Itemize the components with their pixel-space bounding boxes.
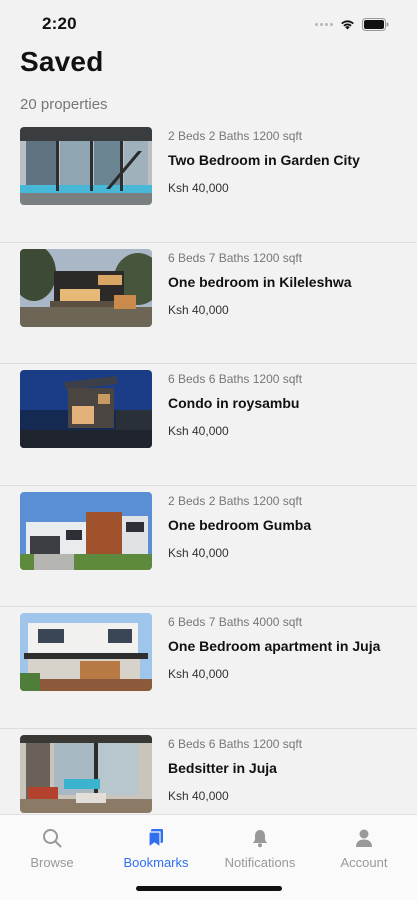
battery-icon	[362, 17, 389, 31]
property-price: Ksh 40,000	[168, 545, 229, 560]
tab-label: Account	[340, 855, 388, 870]
person-icon	[356, 829, 372, 847]
status-indicators	[315, 17, 389, 31]
property-specs: 6 Beds 6 Baths 1200 sqft	[168, 372, 303, 387]
tab-browse[interactable]: Browse	[0, 827, 104, 870]
property-title: One bedroom in Kileleshwa	[168, 273, 352, 290]
list-item[interactable]: 6 Beds 7 Baths 1200 sqft One bedroom in …	[0, 243, 417, 365]
property-price: Ksh 40,000	[168, 667, 229, 682]
property-price: Ksh 40,000	[168, 424, 229, 439]
tab-account[interactable]: Account	[312, 827, 416, 870]
search-icon	[43, 829, 62, 848]
property-specs: 2 Beds 2 Baths 1200 sqft	[168, 493, 303, 508]
home-indicator	[136, 886, 282, 891]
tab-label: Bookmarks	[123, 855, 189, 870]
page-title: Saved	[20, 46, 104, 77]
property-title: Bedsitter in Juja	[168, 759, 277, 776]
property-title: Two Bedroom in Garden City	[168, 152, 360, 168]
property-title: One Bedroom apartment in Juja	[168, 638, 381, 655]
tab-bookmarks[interactable]: Bookmarks	[104, 827, 208, 870]
property-image	[20, 491, 152, 570]
property-image	[20, 613, 152, 692]
status-bar: 2:20	[0, 0, 417, 48]
wifi-icon	[341, 20, 354, 30]
tab-notifications[interactable]: Notifications	[208, 827, 312, 870]
property-price: Ksh 40,000	[168, 302, 229, 317]
property-specs: 6 Beds 7 Baths 4000 sqft	[168, 615, 303, 630]
property-price: Ksh 40,000	[168, 788, 229, 803]
property-specs: 2 Beds 2 Baths 1200 sqft	[168, 129, 303, 143]
bookmark-icon	[148, 829, 163, 849]
property-title: Condo in roysambu	[168, 395, 300, 412]
property-title: One bedroom Gumba	[168, 516, 312, 533]
tab-label: Browse	[30, 855, 74, 870]
property-count: 20 properties	[20, 96, 108, 113]
signal-icon	[315, 22, 333, 26]
saved-properties-list: 2 Beds 2 Baths 1200 sqft Two Bedroom in …	[0, 121, 417, 851]
property-price: Ksh 40,000	[168, 181, 229, 195]
tab-label: Notifications	[224, 855, 296, 870]
list-item[interactable]: 2 Beds 2 Baths 1200 sqft One bedroom Gum…	[0, 486, 417, 608]
property-image	[20, 248, 152, 327]
property-specs: 6 Beds 7 Baths 1200 sqft	[168, 250, 303, 265]
list-item[interactable]: 6 Beds 6 Baths 1200 sqft Condo in roysam…	[0, 364, 417, 486]
property-image	[20, 734, 152, 813]
property-image	[20, 370, 152, 449]
property-image	[20, 127, 152, 205]
status-time: 2:20	[42, 14, 77, 33]
property-specs: 6 Beds 6 Baths 1200 sqft	[168, 736, 303, 751]
list-item[interactable]: 6 Beds 7 Baths 4000 sqft One Bedroom apa…	[0, 607, 417, 729]
bell-icon	[253, 830, 267, 848]
list-item[interactable]: 2 Beds 2 Baths 1200 sqft Two Bedroom in …	[0, 121, 417, 243]
